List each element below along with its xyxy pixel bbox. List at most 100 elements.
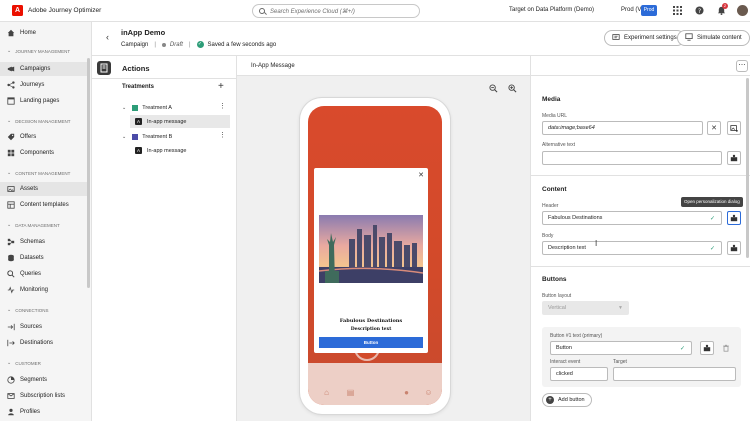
- body-field[interactable]: Description text ✓: [542, 241, 722, 255]
- treatment-a-color-swatch: [132, 104, 139, 111]
- nav-item-destinations[interactable]: Destinations: [0, 336, 88, 350]
- org-switcher[interactable]: Target on Data Platform (Demo): [509, 7, 594, 13]
- zoom-in-icon[interactable]: [508, 84, 517, 93]
- nav-item-schemas[interactable]: Schemas: [0, 235, 88, 249]
- treatment-b-more-icon[interactable]: ⋮: [219, 131, 226, 139]
- button-layout-select[interactable]: Vertical ▼: [542, 301, 629, 315]
- treatment-b-row[interactable]: ⌄ Treatment B: [122, 130, 232, 143]
- nav-section-connections[interactable]: ⌄ CONNECTIONS: [7, 307, 48, 313]
- treatment-a-row[interactable]: ⌄ Treatment A: [122, 101, 232, 114]
- prod-badge[interactable]: Prod: [641, 5, 657, 16]
- nav-item-landing-pages[interactable]: Landing pages: [0, 94, 88, 108]
- nav-section-content[interactable]: ⌄ CONTENT MANAGEMENT: [7, 170, 70, 176]
- properties-scrollbar[interactable]: [746, 78, 749, 258]
- button-1-text-field[interactable]: Button ✓: [550, 341, 692, 355]
- user-icon: ☺: [424, 388, 433, 397]
- back-chevron-icon[interactable]: ‹: [106, 32, 109, 42]
- top-bar: A Adobe Journey Optimizer Search Experie…: [0, 0, 750, 22]
- destinations-icon: [7, 339, 15, 347]
- personalization-icon[interactable]: [727, 151, 741, 165]
- subscription-lists-icon: [7, 392, 15, 400]
- add-treatment-button[interactable]: +: [218, 81, 224, 92]
- button-label: Simulate content: [697, 35, 742, 41]
- nav-item-home[interactable]: Home: [0, 26, 88, 40]
- nav-section-data[interactable]: ⌄ DATA MANAGEMENT: [7, 222, 60, 228]
- svg-text:?: ?: [698, 8, 701, 15]
- content-section-title: Content: [542, 186, 567, 193]
- campaign-type: Campaign: [121, 41, 149, 48]
- actions-panel: Actions Treatments + ⌄ Treatment A ⋮ A I…: [92, 56, 237, 421]
- search-input[interactable]: Search Experience Cloud (⌘+/): [252, 4, 420, 18]
- in-app-message-icon: A: [135, 147, 142, 154]
- treatment-a-label: Treatment A: [142, 104, 172, 111]
- nav-label: Queries: [20, 271, 42, 277]
- target-field[interactable]: [613, 367, 736, 381]
- properties-toolbar: ⋯: [531, 56, 750, 76]
- actions-panel-icon[interactable]: [97, 61, 111, 75]
- nav-section-customer[interactable]: ⌄ CUSTOMER: [7, 360, 41, 366]
- experiment-settings-button[interactable]: Experiment settings: [604, 30, 685, 46]
- checkmark-icon: ✓: [679, 346, 685, 352]
- nav-item-datasets[interactable]: Datasets: [0, 251, 88, 265]
- profiles-icon: [7, 408, 15, 416]
- header-field[interactable]: Fabulous Destinations ✓: [542, 211, 722, 225]
- treatment-b-color-swatch: [132, 133, 139, 140]
- message-label: In-app message: [147, 118, 187, 125]
- nav-item-subscription-lists[interactable]: Subscription lists: [0, 389, 88, 403]
- simulate-content-button[interactable]: Simulate content: [677, 30, 750, 46]
- zoom-out-icon[interactable]: [489, 84, 498, 93]
- in-app-modal[interactable]: ✕ Fabulous Destinations Description text…: [314, 168, 428, 353]
- alt-text-field[interactable]: [542, 151, 722, 165]
- app-title[interactable]: Adobe Journey Optimizer: [28, 7, 101, 14]
- home-icon: ⌂: [324, 388, 329, 397]
- plus-icon: +: [546, 396, 554, 404]
- section-label: JOURNEY MANAGEMENT: [15, 48, 71, 54]
- body-value: Description text: [548, 245, 586, 251]
- clear-icon[interactable]: ✕: [707, 121, 721, 135]
- add-button[interactable]: + Add button: [542, 393, 592, 407]
- media-url-field[interactable]: data:image;base64: [542, 121, 703, 135]
- nav-item-offers[interactable]: Offers: [0, 130, 88, 144]
- campaign-meta: Campaign | Draft | ✓ Saved a few seconds…: [121, 41, 276, 48]
- apps-grid-icon[interactable]: [672, 5, 683, 16]
- media-picker-icon[interactable]: [727, 121, 741, 135]
- nav-item-journeys[interactable]: Journeys: [0, 78, 88, 92]
- nav-section-decision[interactable]: ⌄ DECISION MANAGEMENT: [7, 118, 70, 124]
- nav-section-journey[interactable]: ⌄ JOURNEY MANAGEMENT: [7, 48, 70, 54]
- avatar[interactable]: [737, 5, 748, 16]
- nav-item-components[interactable]: Components: [0, 146, 88, 160]
- search-placeholder: Search Experience Cloud (⌘+/): [270, 8, 355, 15]
- treatment-a-message[interactable]: A In-app message: [130, 115, 230, 128]
- interact-event-value: clicked: [556, 371, 573, 377]
- header-personalization-icon[interactable]: [727, 211, 741, 225]
- interact-event-field[interactable]: clicked: [550, 367, 608, 381]
- more-options-icon[interactable]: ⋯: [736, 60, 748, 72]
- trash-icon[interactable]: [719, 341, 733, 355]
- nav-item-queries[interactable]: Queries: [0, 267, 88, 281]
- campaign-header: ‹ inApp Demo Campaign | Draft | ✓ Saved …: [92, 22, 750, 56]
- modal-button[interactable]: Button: [319, 337, 423, 348]
- separator: |: [154, 41, 156, 48]
- body-personalization-icon[interactable]: [727, 241, 741, 255]
- nav-item-content-templates[interactable]: Content templates: [0, 198, 88, 212]
- saved-status: Saved a few seconds ago: [207, 41, 277, 48]
- interact-event-label: Interact event: [550, 359, 581, 365]
- treatment-b-message[interactable]: A In-app message: [130, 144, 230, 157]
- close-icon[interactable]: ✕: [418, 171, 424, 179]
- chevron-down-icon: ⌄: [7, 222, 12, 228]
- nav-item-campaigns[interactable]: Campaigns: [0, 62, 88, 76]
- adobe-logo-icon[interactable]: A: [12, 5, 23, 16]
- button-personalization-icon[interactable]: [700, 341, 714, 355]
- nav-label: Components: [20, 150, 55, 156]
- sources-icon: [7, 323, 15, 331]
- nav-item-sources[interactable]: Sources: [0, 320, 88, 334]
- nav-item-assets[interactable]: Assets: [0, 182, 88, 196]
- nav-item-monitoring[interactable]: Monitoring: [0, 283, 88, 297]
- nav-item-profiles[interactable]: Profiles: [0, 405, 88, 419]
- help-icon[interactable]: ?: [694, 5, 705, 16]
- nav-item-segments[interactable]: Segments: [0, 373, 88, 387]
- nav-label: Subscription lists: [20, 393, 66, 399]
- nav-scrollbar[interactable]: [87, 58, 90, 288]
- nav-label: Destinations: [20, 340, 54, 346]
- treatment-a-more-icon[interactable]: ⋮: [219, 102, 226, 110]
